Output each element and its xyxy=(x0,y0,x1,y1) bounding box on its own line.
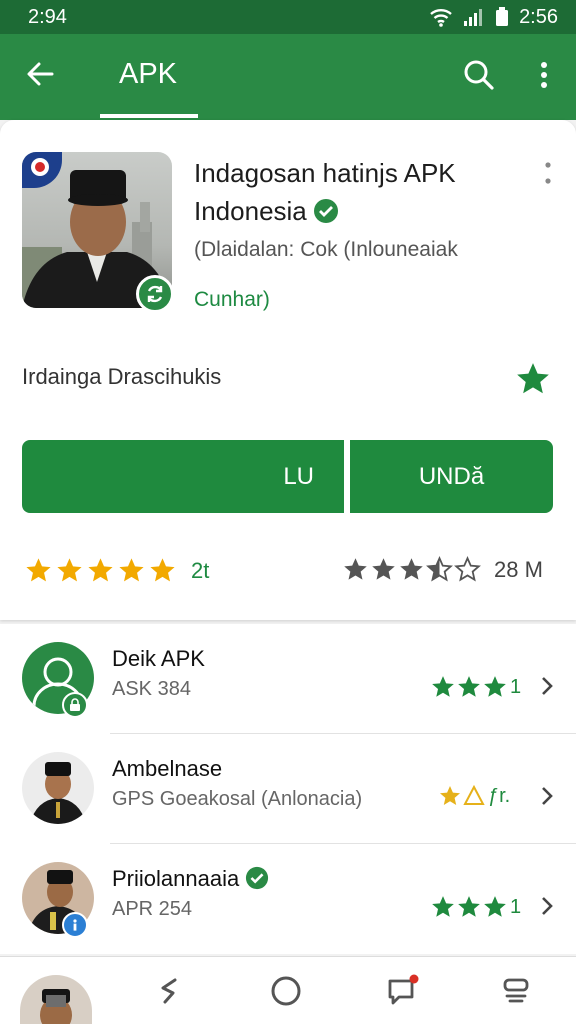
chevron-right-icon[interactable] xyxy=(536,892,558,920)
list-item[interactable]: Ambelnase GPS Goeakosal (Anlonacia) ƒr. xyxy=(0,734,576,844)
chevron-right-icon[interactable] xyxy=(536,782,558,810)
rating-right-value: 28 M xyxy=(494,556,543,582)
rating-left-value: 2t xyxy=(191,557,210,583)
lock-badge-icon xyxy=(62,692,88,718)
back-button[interactable] xyxy=(22,56,58,92)
system-nav-bar xyxy=(0,956,576,1024)
recents-button[interactable] xyxy=(498,973,534,1009)
list-item-title: Priiolannaaia xyxy=(112,866,269,892)
list-item-title: Deik APK xyxy=(112,646,205,671)
logo-icon xyxy=(22,152,62,188)
signal-icon xyxy=(463,7,485,27)
star-icon xyxy=(150,558,175,582)
back-gesture-icon xyxy=(161,978,177,1004)
primary-action-button[interactable]: LU xyxy=(22,440,344,513)
app-category: Irdainga Drascihukis xyxy=(22,364,222,389)
recent-app-thumbnail[interactable] xyxy=(20,975,92,1024)
star-outline-icon xyxy=(454,556,481,582)
list-item[interactable]: Priiolannaaia APR 254 1 xyxy=(0,844,576,954)
info-badge-icon xyxy=(62,912,88,938)
developer-link[interactable]: Cunhar) xyxy=(194,288,270,312)
overflow-menu-icon xyxy=(545,162,551,184)
list-item-rating-text: 1 xyxy=(510,675,522,698)
list-item-rating-text: ƒr. xyxy=(488,784,511,807)
secondary-action-button[interactable]: UNDă xyxy=(350,440,553,513)
chat-button[interactable] xyxy=(385,973,421,1009)
tab-apk[interactable]: APK xyxy=(100,34,196,114)
star-icon xyxy=(400,558,423,580)
star-icon xyxy=(458,676,480,697)
star-icon xyxy=(57,558,82,582)
rating-left: 2t xyxy=(24,556,209,585)
avatar xyxy=(22,752,94,824)
list-item-rating-text: 1 xyxy=(510,895,522,918)
refresh-badge-icon xyxy=(136,275,174,313)
list-item-rating: 1 xyxy=(430,894,521,920)
favorite-star-button[interactable] xyxy=(514,360,552,398)
chevron-right-icon[interactable] xyxy=(536,672,558,700)
star-icon xyxy=(372,558,395,580)
star-icon xyxy=(484,896,506,917)
star-icon xyxy=(119,558,144,582)
wifi-icon xyxy=(429,7,453,27)
star-icon xyxy=(517,363,549,394)
status-time: 2:94 xyxy=(28,5,67,28)
list-item-rating: ƒr. xyxy=(438,784,510,808)
list-item[interactable]: Deik APK ASK 384 1 xyxy=(0,624,576,734)
list-item-subtitle: GPS Goeakosal (Anlonacia) xyxy=(112,788,363,810)
star-icon xyxy=(26,558,51,582)
tab-indicator xyxy=(100,114,198,118)
chat-notification-icon xyxy=(388,974,419,1005)
search-icon xyxy=(464,60,494,90)
verified-icon xyxy=(245,866,269,890)
back-gesture-button[interactable] xyxy=(152,973,188,1009)
battery-icon xyxy=(495,7,509,27)
star-icon xyxy=(432,676,454,697)
app-name: Indagosan hatinjs APK Indonesia xyxy=(194,158,456,226)
app-subtitle: (Dlaidalan: Cok (Inlouneaiak xyxy=(194,238,458,261)
overflow-menu-button[interactable] xyxy=(530,56,558,94)
rating-right: 28 M xyxy=(342,556,543,583)
status-right-text: 2:56 xyxy=(519,5,558,28)
verified-icon xyxy=(313,198,339,224)
star-icon xyxy=(440,786,460,805)
list-item-title: Ambelnase xyxy=(112,756,223,781)
home-circle-icon xyxy=(271,976,301,1006)
star-icon xyxy=(484,676,506,697)
status-bar: 2:94 2:56 xyxy=(0,0,576,34)
list-item-rating: 1 xyxy=(430,674,521,700)
recents-icon xyxy=(503,978,529,1003)
status-icons: 2:56 xyxy=(429,6,558,29)
app-overflow-button[interactable] xyxy=(538,158,558,188)
list-item-subtitle: ASK 384 xyxy=(112,678,191,700)
star-outline-icon xyxy=(463,784,485,805)
star-half-icon xyxy=(426,556,453,582)
app-detail-card: Indagosan hatinjs APK Indonesia (Dlaidal… xyxy=(0,120,576,620)
star-icon xyxy=(344,558,367,580)
search-button[interactable] xyxy=(460,56,498,94)
related-apps-list: Deik APK ASK 384 1 Ambelnase GPS Goeakos… xyxy=(0,624,576,954)
star-icon xyxy=(432,896,454,917)
back-arrow-icon xyxy=(27,62,54,86)
overflow-menu-icon xyxy=(541,62,547,88)
app-bar: APK xyxy=(0,34,576,120)
list-item-subtitle: APR 254 xyxy=(112,898,193,920)
home-button[interactable] xyxy=(268,973,304,1009)
star-icon xyxy=(458,896,480,917)
star-icon xyxy=(88,558,113,582)
